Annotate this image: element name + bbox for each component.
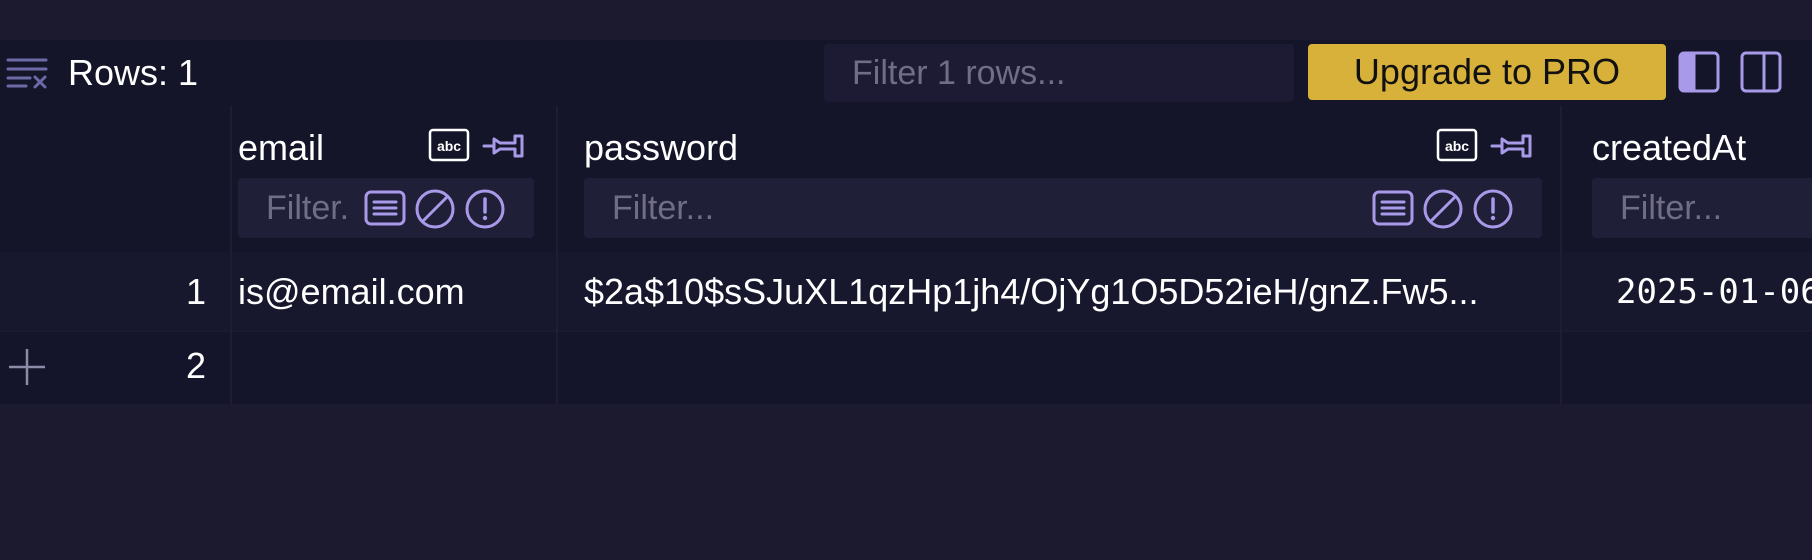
column-header-email[interactable]: email bbox=[238, 126, 324, 170]
pin-icon[interactable] bbox=[482, 130, 524, 162]
error-filter-icon[interactable] bbox=[1472, 188, 1514, 230]
panel-left-icon[interactable] bbox=[1678, 50, 1720, 94]
column-divider[interactable] bbox=[1560, 106, 1562, 404]
add-row-icon[interactable] bbox=[6, 346, 48, 388]
row-number: 1 bbox=[185, 271, 206, 312]
cell-password[interactable]: $2a$10$sSJuXL1qzHp1jh4/OjYg1O5D52ieH/gnZ… bbox=[584, 270, 1479, 314]
error-filter-icon[interactable] bbox=[464, 188, 506, 230]
svg-text:abc: abc bbox=[437, 138, 461, 154]
filter-list-icon[interactable] bbox=[364, 188, 406, 228]
email-filter-input[interactable] bbox=[238, 178, 348, 238]
clear-filters-icon[interactable] bbox=[6, 56, 48, 90]
column-header-createdAt[interactable]: createdAt bbox=[1592, 126, 1746, 170]
password-filter-input[interactable] bbox=[584, 178, 1284, 238]
table-row-new[interactable] bbox=[0, 332, 1812, 404]
pin-icon[interactable] bbox=[1490, 130, 1532, 162]
upgrade-button[interactable]: Upgrade to PRO bbox=[1308, 44, 1666, 100]
null-filter-icon[interactable] bbox=[414, 188, 456, 230]
row-number: 2 bbox=[185, 345, 206, 386]
table-filter[interactable] bbox=[824, 44, 1294, 102]
null-filter-icon[interactable] bbox=[1422, 188, 1464, 230]
column-divider bbox=[230, 106, 232, 404]
panel-right-icon[interactable] bbox=[1740, 50, 1782, 94]
createdAt-filter[interactable] bbox=[1592, 178, 1812, 238]
abc-type-icon[interactable]: abc bbox=[428, 128, 470, 162]
filter-list-icon[interactable] bbox=[1372, 188, 1414, 228]
svg-text:abc: abc bbox=[1445, 138, 1469, 154]
column-header-password[interactable]: password bbox=[584, 126, 738, 170]
cell-createdAt[interactable]: 2025-01-06 bbox=[1616, 270, 1812, 314]
abc-type-icon[interactable]: abc bbox=[1436, 128, 1478, 162]
cell-email[interactable]: is@email.com bbox=[238, 270, 465, 314]
table-filter-input[interactable] bbox=[824, 44, 1294, 102]
column-divider[interactable] bbox=[556, 106, 558, 404]
rows-count: Rows: 1 bbox=[68, 52, 199, 93]
createdAt-filter-input[interactable] bbox=[1592, 178, 1812, 238]
